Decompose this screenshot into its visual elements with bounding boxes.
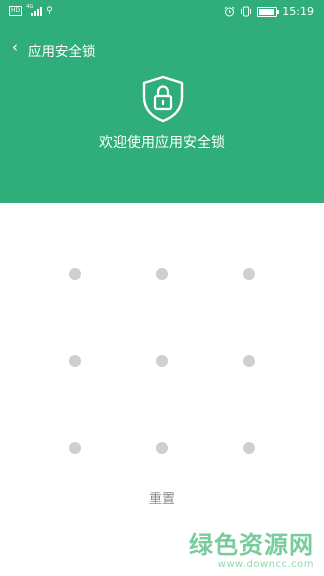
pattern-dot-5[interactable] [156,355,168,367]
watermark-url: www.downcc.com [217,559,314,570]
pattern-dot-8[interactable] [156,442,168,454]
pattern-dot-9[interactable] [243,442,255,454]
pattern-dot-6[interactable] [243,355,255,367]
pattern-dot-1[interactable] [69,268,81,280]
pattern-dot-2[interactable] [156,268,168,280]
watermark: 绿色资源网 www.downcc.com [189,531,314,570]
reset-button[interactable]: 重置 [132,488,192,512]
pattern-dot-3[interactable] [243,268,255,280]
pattern-dot-7[interactable] [69,442,81,454]
watermark-text: 绿色资源网 [189,531,314,559]
pattern-dot-4[interactable] [69,355,81,367]
